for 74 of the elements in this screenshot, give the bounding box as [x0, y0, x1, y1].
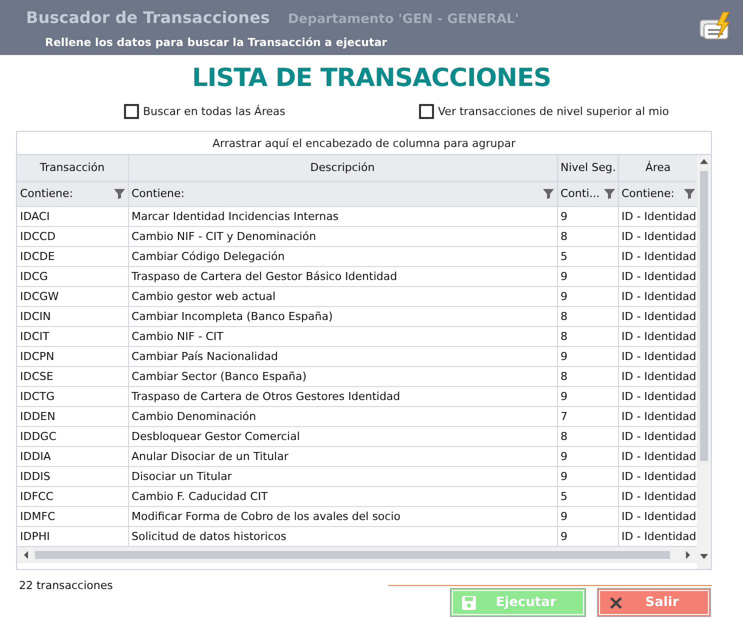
- table-cell: 9: [557, 526, 618, 546]
- table-cell: 9: [557, 286, 618, 306]
- checkbox-label: Buscar en todas las Áreas: [143, 105, 286, 118]
- table-cell: IDPHI: [17, 526, 128, 546]
- table-cell: 8: [557, 426, 618, 446]
- table-cell: 5: [557, 486, 618, 506]
- table-cell: Cambiar Código Delegación: [128, 246, 557, 266]
- checkbox[interactable]: [124, 104, 139, 119]
- table-cell: 5: [557, 246, 618, 266]
- table-cell: Cambio Denominación: [128, 406, 557, 426]
- column-header[interactable]: Área: [618, 155, 697, 181]
- table-cell: IDCTG: [17, 386, 128, 406]
- column-header[interactable]: Transacción: [17, 155, 128, 181]
- checkbox-label: Ver transacciones de nivel superior al mio: [438, 105, 670, 118]
- table-cell: 7: [557, 406, 618, 426]
- table-cell: IDCCD: [17, 226, 128, 246]
- table-cell: IDCPN: [17, 346, 128, 366]
- table-cell: IDCDE: [17, 246, 128, 266]
- table-cell: IDCIN: [17, 306, 128, 326]
- instructions-text: Rellene los datos para buscar la Transacción a ejecutar: [44, 35, 388, 49]
- table-cell: Disociar un Titular: [128, 466, 557, 486]
- table-cell: IDDEN: [17, 406, 128, 426]
- horizontal-scrollbar[interactable]: [17, 546, 697, 562]
- table-cell: 9: [557, 346, 618, 366]
- checkbox[interactable]: [419, 104, 434, 119]
- window-title: Buscador de Transacciones: [26, 8, 270, 27]
- table-cell: IDCSE: [17, 366, 128, 386]
- table-cell: Cambiar País Nacionalidad: [128, 346, 557, 366]
- table-cell: IDCIT: [17, 326, 128, 346]
- table-cell: 9: [557, 386, 618, 406]
- filter-icon[interactable]: [684, 188, 694, 199]
- table-cell: IDCGW: [17, 286, 128, 306]
- table-cell: Traspaso de Cartera del Gestor Básico Identidad: [128, 266, 557, 286]
- table-cell: Solicitud de datos historicos: [128, 526, 557, 546]
- close-icon: [608, 594, 624, 610]
- column-header[interactable]: Nivel Seg.: [557, 155, 618, 181]
- transaction-count: 22 transacciones: [19, 579, 113, 592]
- filter-icon[interactable]: [114, 188, 124, 199]
- table-cell: IDDGC: [17, 426, 128, 446]
- table-cell: 9: [557, 446, 618, 466]
- table-cell: IDFCC: [17, 486, 128, 506]
- table-cell: Cambio F. Caducidad CIT: [128, 486, 557, 506]
- department-label: Departamento 'GEN - GENERAL': [288, 12, 519, 27]
- table-cell: 8: [557, 226, 618, 246]
- table-cell: 8: [557, 326, 618, 346]
- card-lightning-icon: [699, 12, 731, 42]
- filter-icon[interactable]: [604, 188, 614, 199]
- table-cell: 9: [557, 206, 618, 226]
- table-cell: 8: [557, 306, 618, 326]
- table-cell: Traspaso de Cartera de Otros Gestores Identidad: [128, 386, 557, 406]
- table-cell: Marcar Identidad Incidencias Internas: [128, 206, 557, 226]
- table-cell: Cambiar Incompleta (Banco España): [128, 306, 557, 326]
- table-cell: Cambio NIF - CIT: [128, 326, 557, 346]
- column-header[interactable]: Descripción: [128, 155, 557, 181]
- table-cell: IDDIA: [17, 446, 128, 466]
- filter-icon[interactable]: [542, 188, 554, 199]
- table-cell: IDDIS: [17, 466, 128, 486]
- save-icon: [461, 594, 477, 610]
- page-heading: LISTA DE TRANSACCIONES: [190, 62, 552, 92]
- table-cell: IDACI: [17, 206, 128, 226]
- table-cell: Cambio NIF - CIT y Denominación: [128, 226, 557, 246]
- table-cell: Modificar Forma de Cobro de los avales del socio: [128, 506, 557, 526]
- table-cell: 9: [557, 466, 618, 486]
- table-cell: IDMFC: [17, 506, 128, 526]
- table-cell: 9: [557, 266, 618, 286]
- table-cell: Desbloquear Gestor Comercial: [128, 426, 557, 446]
- table-cell: 9: [557, 506, 618, 526]
- filter-field[interactable]: Contiene:: [132, 187, 184, 200]
- table-cell: 8: [557, 366, 618, 386]
- vertical-scrollbar[interactable]: [697, 155, 711, 569]
- table-cell: Cambiar Sector (Banco España): [128, 366, 557, 386]
- table-cell: Cambio gestor web actual: [128, 286, 557, 306]
- table-cell: IDCG: [17, 266, 128, 286]
- table-cell: Anular Disociar de un Titular: [128, 446, 557, 466]
